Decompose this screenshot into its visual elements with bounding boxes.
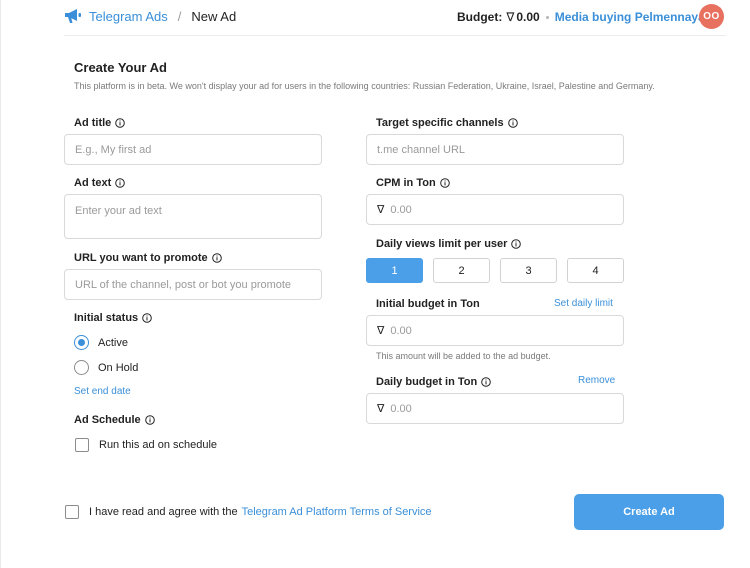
channels-label-text: Target specific channels	[376, 117, 504, 129]
status-option-label: Active	[98, 336, 128, 349]
status-option-on-hold[interactable]: On Hold	[74, 360, 138, 375]
schedule-checkbox-label: Run this ad on schedule	[99, 439, 218, 451]
ad-title-label: Ad title	[74, 117, 126, 129]
url-placeholder: URL of the channel, post or bot you prom…	[75, 278, 292, 291]
page-title: Create Your Ad	[74, 60, 167, 75]
info-icon[interactable]	[439, 178, 450, 188]
cpm-label-text: CPM in Ton	[376, 177, 436, 189]
status-option-label: On Hold	[98, 361, 139, 374]
initial-budget-label: Initial budget in Ton	[376, 298, 480, 310]
views-option-1[interactable]: 1	[366, 258, 423, 283]
views-option-3[interactable]: 3	[500, 258, 557, 283]
initial-status-label: Initial status	[74, 312, 152, 324]
info-icon[interactable]	[511, 239, 522, 249]
url-label-text: URL you want to promote	[74, 252, 208, 264]
budget-value: 0.00	[516, 10, 540, 24]
terms-checkbox[interactable]	[65, 505, 79, 519]
cpm-label: CPM in Ton	[376, 177, 450, 189]
megaphone-icon	[65, 9, 81, 23]
initial-budget-placeholder: 0.00	[390, 324, 412, 337]
create-ad-button[interactable]: Create Ad	[574, 494, 724, 530]
terms-agreement[interactable]: I have read and agree with the Telegram …	[65, 505, 432, 519]
daily-budget-input[interactable]: ∇ 0.00	[366, 393, 624, 424]
top-bar: Telegram Ads / New Ad Budget: ∇ 0.00 Med…	[64, 0, 726, 36]
info-icon[interactable]	[144, 415, 155, 425]
initial-budget-hint: This amount will be added to the ad budg…	[376, 351, 551, 361]
terms-link[interactable]: Telegram Ad Platform Terms of Service	[242, 506, 432, 518]
beta-notice: This platform is in beta. We won't displ…	[74, 81, 655, 91]
daily-budget-placeholder: 0.00	[390, 402, 412, 415]
ton-icon: ∇	[377, 403, 385, 415]
ad-title-placeholder: E.g., My first ad	[75, 143, 152, 156]
schedule-checkbox-row[interactable]: Run this ad on schedule	[75, 438, 217, 452]
ton-icon: ∇	[506, 10, 515, 24]
radio-button[interactable]	[74, 360, 89, 375]
url-label: URL you want to promote	[74, 252, 222, 264]
account-switcher[interactable]: Media buying Pelmennaya	[555, 10, 705, 24]
daily-budget-label: Daily budget in Ton	[376, 376, 492, 388]
budget-display: Budget: ∇ 0.00 Media buying Pelmennaya	[457, 10, 719, 24]
channels-input[interactable]: t.me channel URL	[366, 134, 624, 165]
info-icon[interactable]	[115, 178, 126, 188]
ton-icon: ∇	[377, 204, 385, 216]
breadcrumb: Telegram Ads / New Ad	[64, 8, 236, 24]
set-end-date-link[interactable]: Set end date	[74, 386, 131, 397]
breadcrumb-current: New Ad	[191, 8, 237, 24]
brand-link[interactable]: Telegram Ads	[89, 9, 168, 24]
views-option-4[interactable]: 4	[567, 258, 624, 283]
ad-schedule-label: Ad Schedule	[74, 414, 155, 426]
ad-text-input[interactable]: Enter your ad text	[64, 194, 322, 239]
initial-budget-label-text: Initial budget in Ton	[376, 298, 480, 310]
ton-icon: ∇	[377, 325, 385, 337]
channels-label: Target specific channels	[376, 117, 518, 129]
ad-title-input[interactable]: E.g., My first ad	[64, 134, 322, 165]
schedule-checkbox[interactable]	[75, 438, 89, 452]
dot-separator	[545, 15, 549, 19]
ad-text-label: Ad text	[74, 177, 126, 189]
info-icon[interactable]	[115, 118, 126, 128]
terms-text: I have read and agree with the	[89, 506, 238, 518]
ad-text-label-text: Ad text	[74, 177, 112, 189]
channels-placeholder: t.me channel URL	[377, 143, 466, 156]
radio-button-selected[interactable]	[74, 335, 89, 350]
breadcrumb-separator: /	[177, 8, 182, 24]
info-icon[interactable]	[142, 313, 152, 323]
frame-edge	[0, 0, 1, 568]
ad-title-label-text: Ad title	[74, 117, 112, 129]
initial-budget-input[interactable]: ∇ 0.00	[366, 315, 624, 346]
ad-schedule-label-text: Ad Schedule	[74, 414, 141, 426]
info-icon[interactable]	[211, 253, 222, 263]
daily-views-label: Daily views limit per user	[376, 238, 522, 250]
cpm-input[interactable]: ∇ 0.00	[366, 194, 624, 225]
status-option-active[interactable]: Active	[74, 335, 128, 350]
daily-budget-label-text: Daily budget in Ton	[376, 376, 478, 388]
info-icon[interactable]	[481, 377, 492, 387]
views-option-2[interactable]: 2	[433, 258, 490, 283]
avatar[interactable]: OO	[699, 4, 724, 29]
remove-daily-budget-link[interactable]: Remove	[578, 375, 615, 386]
info-icon[interactable]	[507, 118, 518, 128]
initial-status-label-text: Initial status	[74, 312, 139, 324]
daily-views-label-text: Daily views limit per user	[376, 238, 508, 250]
ad-text-placeholder: Enter your ad text	[75, 205, 162, 217]
url-input[interactable]: URL of the channel, post or bot you prom…	[64, 269, 322, 300]
set-daily-limit-link[interactable]: Set daily limit	[554, 298, 613, 309]
budget-label: Budget:	[457, 10, 503, 24]
cpm-placeholder: 0.00	[390, 203, 412, 216]
